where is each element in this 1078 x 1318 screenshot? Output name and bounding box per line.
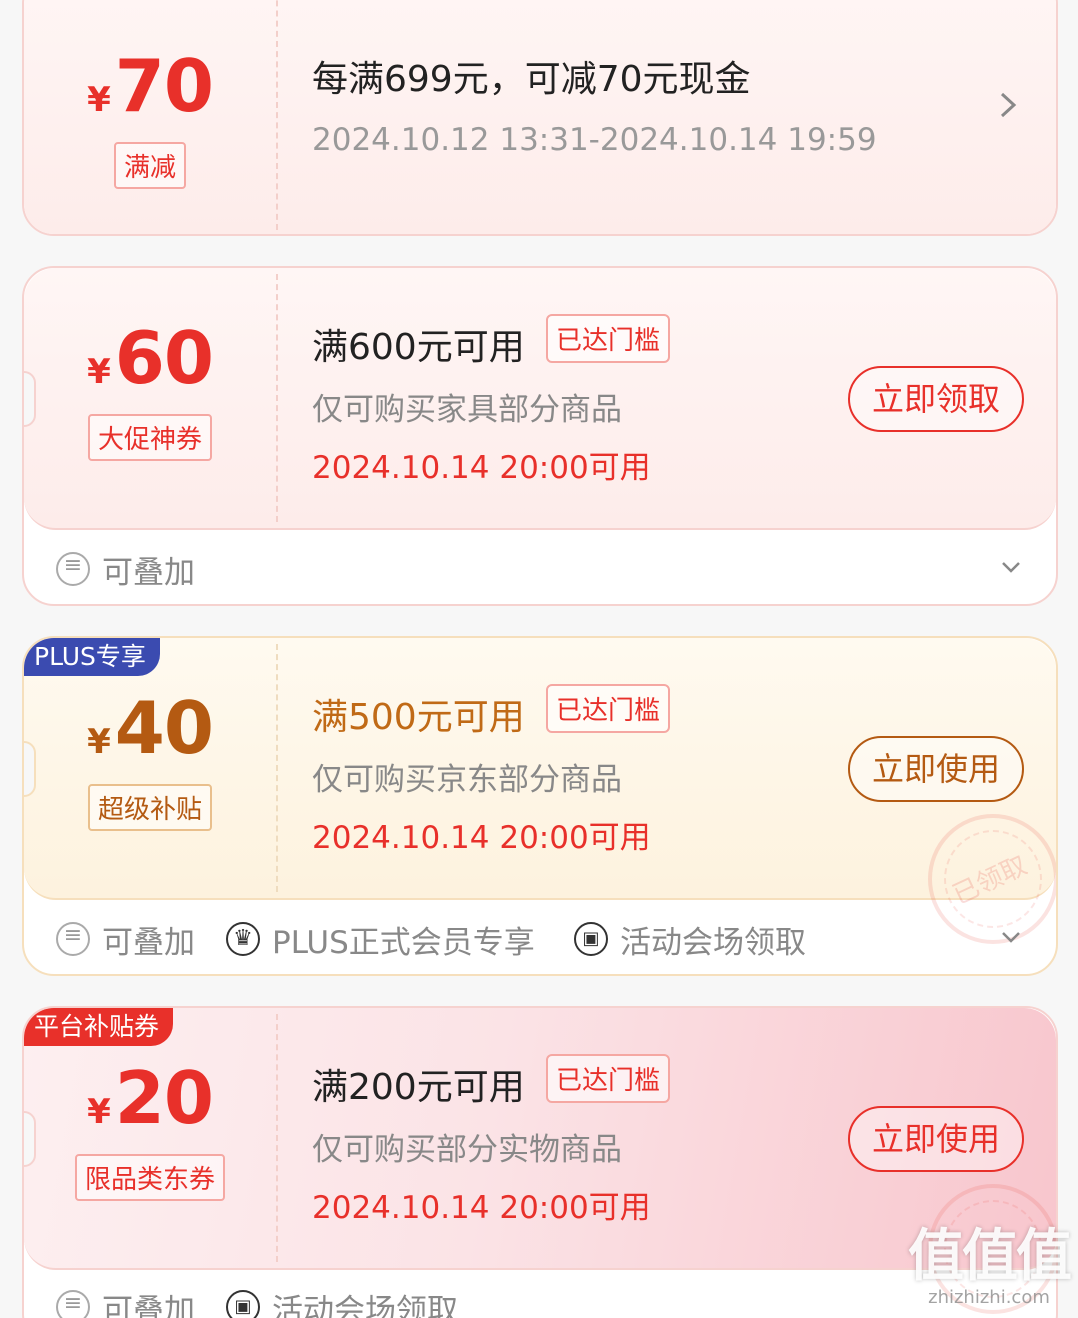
coupon-validity-time: 2024.10.12 13:31-2024.10.14 19:59 <box>312 122 877 158</box>
stack-icon <box>56 922 90 956</box>
feature-plus-member: PLUS正式会员专享 <box>226 912 535 966</box>
coupon-available-time: 2024.10.14 20:00可用 <box>312 450 651 486</box>
claim-button[interactable]: 立即领取 <box>848 366 1024 432</box>
coupon-scope: 仅可购买部分实物商品 <box>312 1132 622 1168</box>
coupon-value-panel: ¥20 限品类东券 <box>24 1008 276 1268</box>
feature-stackable: 可叠加 <box>56 912 195 966</box>
feature-stackable: 可叠加 <box>56 542 195 596</box>
coupon-available-time: 2024.10.14 20:00可用 <box>312 820 651 856</box>
feature-label: 活动会场领取 <box>272 1292 458 1318</box>
stack-icon <box>56 552 90 586</box>
coupon-card-20[interactable]: 平台补贴券 ¥20 限品类东券 满200元可用 已达门槛 仅可购买部分实物商品 … <box>22 1006 1058 1318</box>
crown-icon <box>226 922 260 956</box>
coupon-features: 可叠加 <box>24 530 1056 604</box>
chevron-down-icon[interactable] <box>1000 556 1022 578</box>
coupon-card-60[interactable]: ¥60 大促神券 满600元可用 已达门槛 仅可购买家具部分商品 2024.10… <box>22 266 1058 606</box>
coupon-value-panel: ¥60 大促神券 <box>24 268 276 528</box>
feature-venue-claim: 活动会场领取 <box>226 1280 458 1318</box>
coupon-divider <box>276 274 278 522</box>
feature-label: 可叠加 <box>102 1292 195 1318</box>
site-watermark: 值值值 zhizhizhi.com <box>908 1224 1072 1309</box>
chevron-down-icon[interactable] <box>1000 926 1022 948</box>
coupon-type-tag: 限品类东券 <box>74 1154 226 1201</box>
currency-symbol: ¥ <box>87 352 111 392</box>
feature-label: 可叠加 <box>102 924 195 961</box>
amount-value: 60 <box>114 316 214 400</box>
coupon-type-tag: 满减 <box>113 142 187 189</box>
coupon-divider <box>276 644 278 892</box>
coupon-features: 可叠加 活动会场领取 <box>24 1270 1056 1318</box>
coupon-card-70[interactable]: ¥70 满减 每满699元，可减70元现金 2024.10.12 13:31-2… <box>22 0 1058 236</box>
stack-icon <box>56 1290 90 1318</box>
coupon-title: 满600元可用 <box>312 327 525 368</box>
coupon-value-panel: ¥70 满减 <box>24 0 276 234</box>
coupon-list-page: ¥70 满减 每满699元，可减70元现金 2024.10.12 13:31-2… <box>0 0 1078 1318</box>
feature-venue-claim: 活动会场领取 <box>574 912 806 966</box>
ticket-icon <box>574 922 608 956</box>
threshold-badge: 已达门槛 <box>546 684 671 733</box>
coupon-divider <box>276 0 278 230</box>
coupon-title: 满500元可用 <box>312 697 525 738</box>
coupon-body: 平台补贴券 ¥20 限品类东券 满200元可用 已达门槛 仅可购买部分实物商品 … <box>24 1008 1056 1314</box>
coupon-amount: ¥20 <box>24 1056 276 1140</box>
coupon-card-40[interactable]: PLUS专享 ¥40 超级补贴 满500元可用 已达门槛 仅可购买京东部分商品 … <box>22 636 1058 976</box>
coupon-amount: ¥70 <box>24 44 276 128</box>
ticket-icon <box>226 1290 260 1318</box>
coupon-body: ¥60 大促神券 满600元可用 已达门槛 仅可购买家具部分商品 2024.10… <box>24 268 1056 530</box>
amount-value: 40 <box>114 686 214 770</box>
feature-label: PLUS正式会员专享 <box>272 924 535 961</box>
coupon-type-tag: 超级补贴 <box>87 784 213 831</box>
coupon-available-time: 2024.10.14 20:00可用 <box>312 1190 651 1226</box>
currency-symbol: ¥ <box>87 722 111 762</box>
coupon-features: 可叠加 PLUS正式会员专享 活动会场领取 <box>24 900 1056 974</box>
watermark-logo: 值值值 <box>908 1224 1072 1289</box>
coupon-scope: 仅可购买家具部分商品 <box>312 392 622 428</box>
coupon-title: 每满699元，可减70元现金 <box>312 59 751 100</box>
feature-label: 可叠加 <box>102 554 195 591</box>
amount-value: 20 <box>114 1056 214 1140</box>
watermark-url: zhizhizhi.com <box>928 1287 1050 1308</box>
threshold-badge: 已达门槛 <box>546 314 671 363</box>
amount-value: 70 <box>114 44 214 128</box>
currency-symbol: ¥ <box>87 1092 111 1132</box>
feature-label: 活动会场领取 <box>620 924 806 961</box>
coupon-scope: 仅可购买京东部分商品 <box>312 762 622 798</box>
threshold-badge: 已达门槛 <box>546 1054 671 1103</box>
coupon-body: PLUS专享 ¥40 超级补贴 满500元可用 已达门槛 仅可购买京东部分商品 … <box>24 638 1056 944</box>
coupon-type-tag: 大促神券 <box>87 414 213 461</box>
coupon-amount: ¥40 <box>24 686 276 770</box>
chevron-right-icon[interactable] <box>996 90 1020 120</box>
use-button[interactable]: 立即使用 <box>848 736 1024 802</box>
feature-stackable: 可叠加 <box>56 1280 195 1318</box>
use-button[interactable]: 立即使用 <box>848 1106 1024 1172</box>
coupon-value-panel: ¥40 超级补贴 <box>24 638 276 898</box>
coupon-divider <box>276 1014 278 1262</box>
currency-symbol: ¥ <box>87 80 111 120</box>
coupon-amount: ¥60 <box>24 316 276 400</box>
coupon-body: ¥70 满减 每满699元，可减70元现金 2024.10.12 13:31-2… <box>24 0 1056 234</box>
coupon-title: 满200元可用 <box>312 1067 525 1108</box>
